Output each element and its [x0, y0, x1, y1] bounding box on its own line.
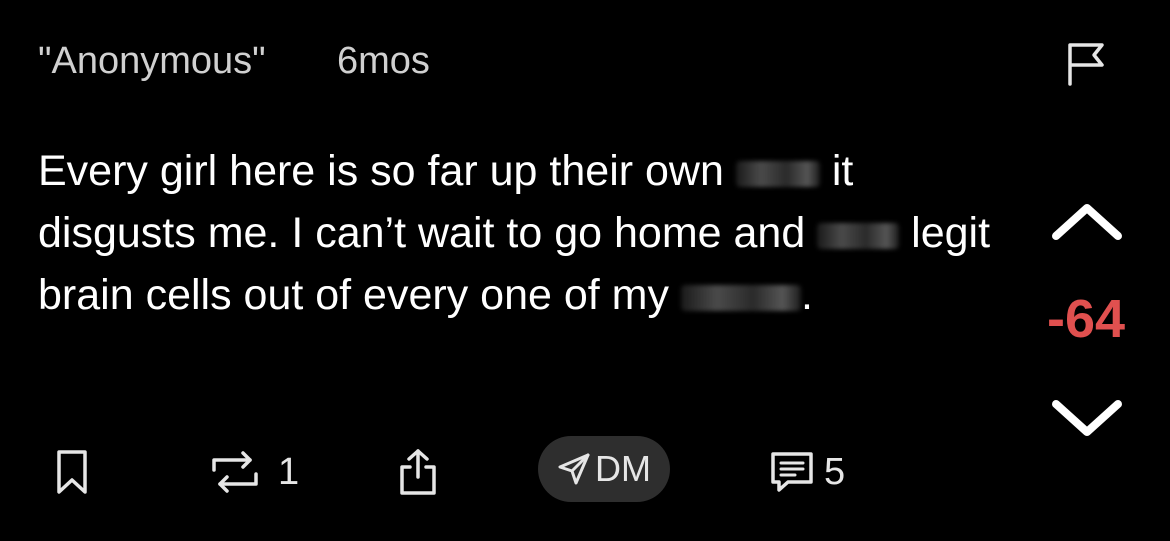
share-icon	[400, 449, 436, 495]
repost-button[interactable]: 1	[200, 446, 299, 498]
bookmark-icon	[57, 450, 87, 494]
post-time: 6mos	[337, 40, 430, 82]
downvote-arrow-icon[interactable]	[1048, 394, 1126, 444]
repost-icon	[212, 451, 258, 493]
send-icon	[558, 453, 590, 485]
post-body: Every girl here is so far up their own i…	[38, 140, 998, 326]
comment-button[interactable]: 5	[768, 446, 845, 498]
bookmark-button[interactable]	[52, 446, 92, 498]
author-name: "Anonymous"	[38, 40, 266, 82]
comment-icon	[771, 452, 813, 492]
dm-button[interactable]: DM	[538, 436, 670, 502]
share-button[interactable]	[396, 446, 440, 498]
post-text-4: .	[800, 271, 813, 319]
comment-count: 5	[824, 450, 846, 493]
dm-label: DM	[595, 448, 651, 489]
upvote-arrow-icon[interactable]	[1048, 196, 1126, 246]
repost-count: 1	[278, 450, 300, 493]
redacted-word	[680, 284, 801, 311]
flag-icon[interactable]	[1064, 40, 1110, 86]
redacted-word	[735, 160, 820, 187]
vote-score: -64	[1046, 289, 1126, 349]
post-text-1: Every girl here is so far up their own	[38, 147, 724, 195]
redacted-word	[817, 222, 900, 249]
